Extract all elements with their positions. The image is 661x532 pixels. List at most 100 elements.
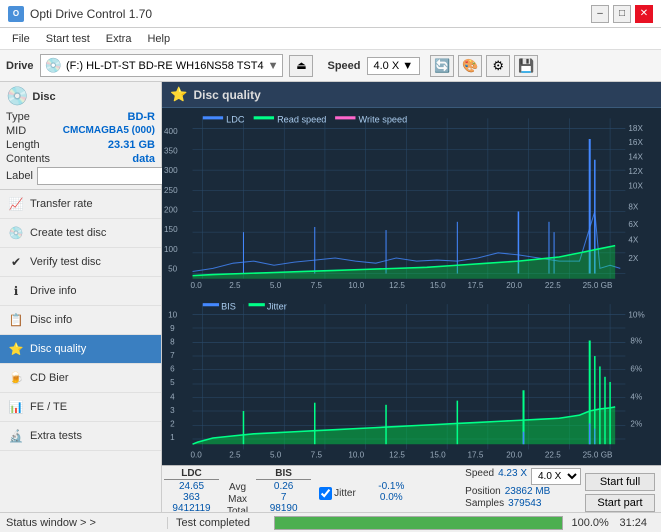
jitter-avg: -0.1% (378, 481, 404, 492)
svg-text:Jitter: Jitter (267, 302, 287, 312)
sidebar-item-disc-quality[interactable]: ⭐ Disc quality (0, 335, 161, 364)
sidebar-item-create-test-disc[interactable]: 💿 Create test disc (0, 219, 161, 248)
samples-label: Samples (465, 498, 504, 509)
svg-text:4: 4 (170, 393, 175, 402)
svg-text:18X: 18X (628, 124, 643, 133)
jitter-section: Jitter (319, 468, 356, 512)
speed-selector[interactable]: 4.0 X ▼ (367, 57, 421, 75)
ldc-column: LDC 24.65 363 9412119 (164, 468, 219, 512)
bis-avg: 0.26 (274, 481, 293, 492)
chart-title: Disc quality (193, 88, 260, 102)
disc-info-panel: 💿 Disc Type BD-R MID CMCMAGBA5 (000) Len… (0, 82, 161, 190)
maximize-button[interactable]: □ (613, 5, 631, 23)
svg-text:LDC: LDC (226, 114, 245, 124)
transfer-rate-label: Transfer rate (30, 198, 93, 210)
position-value: 23862 MB (505, 486, 551, 497)
start-part-button[interactable]: Start part (585, 494, 655, 512)
sidebar-item-extra-tests[interactable]: 🔬 Extra tests (0, 422, 161, 451)
svg-text:3: 3 (170, 406, 175, 415)
sidebar-item-transfer-rate[interactable]: 📈 Transfer rate (0, 190, 161, 219)
menu-help[interactable]: Help (139, 31, 178, 47)
create-test-disc-icon: 💿 (8, 225, 24, 241)
avg-label: Avg (229, 482, 246, 493)
position-label: Position (465, 486, 501, 497)
progress-bar (274, 516, 563, 530)
svg-text:7.5: 7.5 (311, 451, 323, 460)
svg-text:14X: 14X (628, 153, 643, 162)
row-labels: Avg Max Total (227, 468, 248, 512)
svg-text:16X: 16X (628, 138, 643, 147)
ldc-bis-stats: LDC 24.65 363 9412119 Avg Max Total BIS … (164, 468, 461, 512)
bis-chart-svg: BIS Jitter 10 9 8 7 6 5 4 3 2 1 (162, 299, 661, 465)
eject-button[interactable]: ⏏ (289, 55, 313, 77)
svg-text:12.5: 12.5 (389, 281, 405, 290)
mid-label: MID (6, 125, 26, 137)
menu-start-test[interactable]: Start test (38, 31, 98, 47)
svg-text:5.0: 5.0 (270, 451, 282, 460)
svg-text:10: 10 (168, 311, 177, 320)
disc-info-icon: 📋 (8, 312, 24, 328)
svg-text:10X: 10X (628, 182, 643, 191)
svg-text:10%: 10% (628, 311, 645, 320)
svg-text:12X: 12X (628, 167, 643, 176)
status-text: Test completed (176, 517, 266, 529)
svg-text:5.0: 5.0 (270, 281, 282, 290)
svg-text:1: 1 (170, 433, 175, 442)
svg-text:300: 300 (164, 166, 178, 175)
svg-text:2%: 2% (630, 420, 642, 429)
disc-section-title: Disc (32, 91, 55, 103)
sidebar: 💿 Disc Type BD-R MID CMCMAGBA5 (000) Len… (0, 82, 162, 512)
speed-value-stat: 4.23 X (498, 468, 527, 485)
speed-position-section: Speed 4.23 X 4.0 X 2.0 X 8.0 X Position … (465, 468, 581, 512)
start-full-button[interactable]: Start full (585, 473, 655, 491)
svg-text:350: 350 (164, 146, 178, 155)
chart-title-icon: ⭐ (170, 86, 187, 103)
length-label: Length (6, 139, 40, 151)
ldc-max: 363 (183, 492, 200, 503)
sidebar-item-disc-info[interactable]: 📋 Disc info (0, 306, 161, 335)
drive-selector[interactable]: 💿 (F:) HL-DT-ST BD-RE WH16NS58 TST4 ▼ (40, 54, 284, 77)
sidebar-item-drive-info[interactable]: ℹ Drive info (0, 277, 161, 306)
verify-test-disc-icon: ✔ (8, 254, 24, 270)
label-input[interactable] (37, 167, 175, 185)
fe-te-label: FE / TE (30, 401, 67, 413)
mid-value: CMCMAGBA5 (000) (63, 125, 155, 137)
menu-file[interactable]: File (4, 31, 38, 47)
svg-text:0.0: 0.0 (191, 451, 203, 460)
status-window-button[interactable]: Status window > > (6, 517, 168, 529)
disc-quality-icon: ⭐ (8, 341, 24, 357)
close-button[interactable]: ✕ (635, 5, 653, 23)
sidebar-item-fe-te[interactable]: 📊 FE / TE (0, 393, 161, 422)
menu-extra[interactable]: Extra (98, 31, 140, 47)
svg-text:2: 2 (170, 420, 175, 429)
speed-value: 4.0 X (374, 60, 400, 72)
drive-info-label: Drive info (30, 285, 76, 297)
svg-text:25.0 GB: 25.0 GB (583, 451, 613, 460)
color-button[interactable]: 🎨 (458, 55, 482, 77)
sidebar-item-cd-bier[interactable]: 🍺 CD Bier (0, 364, 161, 393)
svg-text:15.0: 15.0 (430, 281, 446, 290)
refresh-button[interactable]: 🔄 (430, 55, 454, 77)
svg-text:17.5: 17.5 (468, 451, 484, 460)
stats-panel: LDC 24.65 363 9412119 Avg Max Total BIS … (162, 465, 661, 512)
svg-text:6X: 6X (628, 220, 638, 229)
jitter-total (390, 503, 393, 512)
jitter-checkbox[interactable] (319, 487, 332, 500)
svg-text:100: 100 (164, 245, 178, 254)
speed-select-stat[interactable]: 4.0 X 2.0 X 8.0 X (531, 468, 581, 485)
bis-max: 7 (281, 492, 287, 503)
settings-button[interactable]: ⚙ (486, 55, 510, 77)
sidebar-item-verify-test-disc[interactable]: ✔ Verify test disc (0, 248, 161, 277)
svg-text:25.0 GB: 25.0 GB (583, 281, 613, 290)
contents-value: data (132, 153, 155, 165)
svg-text:150: 150 (164, 225, 178, 234)
speed-label: Speed (327, 60, 360, 72)
svg-text:7: 7 (170, 351, 175, 360)
minimize-button[interactable]: – (591, 5, 609, 23)
drive-value: (F:) HL-DT-ST BD-RE WH16NS58 TST4 (66, 60, 264, 72)
app-icon: O (8, 6, 24, 22)
save-button[interactable]: 💾 (514, 55, 538, 77)
progress-percent: 100.0% (571, 517, 611, 529)
bis-header: BIS (256, 468, 311, 480)
fe-te-icon: 📊 (8, 399, 24, 415)
